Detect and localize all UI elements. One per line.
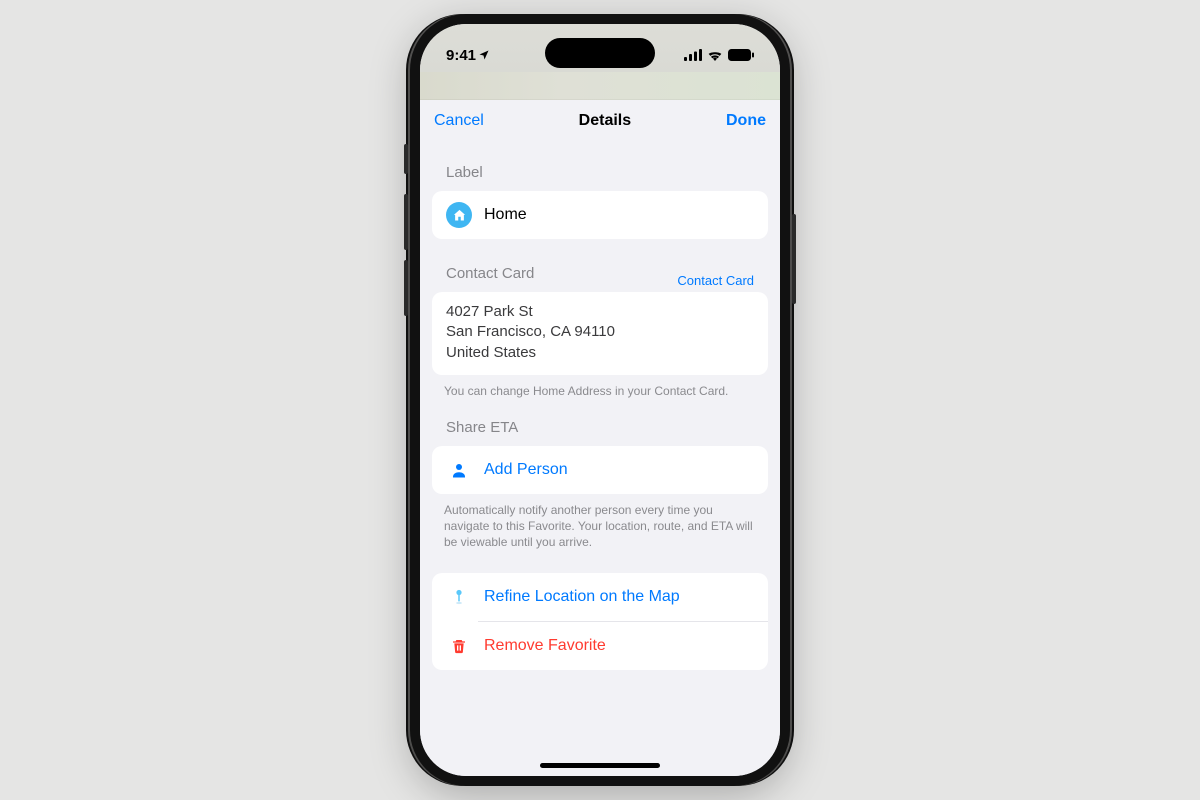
contact-footnote: You can change Home Address in your Cont… [420, 375, 780, 399]
share-eta-card: Add Person [432, 446, 768, 494]
address-line: 4027 Park St [446, 302, 754, 322]
done-button[interactable]: Done [726, 112, 766, 130]
side-button [792, 214, 796, 304]
label-row[interactable]: Home [432, 191, 768, 239]
sheet-title: Details [579, 112, 631, 130]
side-button [404, 194, 408, 250]
sheet-header: Cancel Details Done [420, 100, 780, 142]
share-eta-footnote: Automatically notify another person ever… [420, 494, 780, 551]
refine-location-row[interactable]: Refine Location on the Map [432, 573, 768, 621]
home-indicator[interactable] [540, 763, 660, 768]
remove-favorite-row[interactable]: Remove Favorite [432, 622, 768, 670]
trash-icon [446, 633, 472, 659]
add-person-label: Add Person [484, 461, 568, 479]
background-map-sliver [420, 72, 780, 100]
wifi-icon [707, 49, 723, 61]
add-person-row[interactable]: Add Person [432, 446, 768, 494]
address-line: United States [446, 343, 754, 363]
contact-card-link[interactable]: Contact Card [677, 273, 754, 288]
battery-icon [728, 49, 754, 61]
address-line: San Francisco, CA 94110 [446, 322, 754, 342]
address-block: 4027 Park St San Francisco, CA 94110 Uni… [432, 292, 768, 375]
person-icon [446, 457, 472, 483]
screen: 9:41 Cancel Details Done Label [420, 24, 780, 776]
dynamic-island [545, 38, 655, 68]
home-icon [446, 202, 472, 228]
device-frame: 9:41 Cancel Details Done Label [410, 14, 790, 786]
cancel-button[interactable]: Cancel [434, 112, 484, 130]
remove-favorite-label: Remove Favorite [484, 637, 606, 655]
section-header-label: Label [420, 142, 780, 187]
status-time: 9:41 [446, 47, 476, 64]
side-button [404, 144, 408, 174]
refine-location-label: Refine Location on the Map [484, 588, 680, 606]
actions-card: Refine Location on the Map Remove Favori… [432, 573, 768, 670]
address-card: 4027 Park St San Francisco, CA 94110 Uni… [432, 292, 768, 375]
map-pin-icon [446, 584, 472, 610]
section-header-share-eta: Share ETA [420, 399, 780, 442]
label-value: Home [484, 206, 527, 224]
details-sheet: Cancel Details Done Label Home Contact C… [420, 100, 780, 776]
section-header-contact: Contact Card [420, 239, 560, 288]
cellular-signal-icon [684, 49, 702, 61]
location-arrow-icon [478, 49, 490, 61]
side-button [404, 260, 408, 316]
label-card: Home [432, 191, 768, 239]
